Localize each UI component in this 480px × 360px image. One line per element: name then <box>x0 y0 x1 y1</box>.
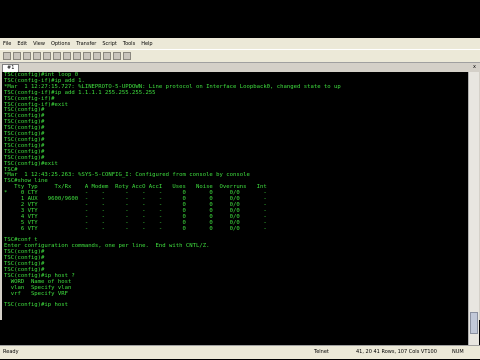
session-tab[interactable]: #1 <box>2 64 20 72</box>
find-icon[interactable] <box>73 52 81 60</box>
menu-help[interactable]: Help <box>138 41 155 47</box>
disconnect-icon[interactable] <box>43 52 51 60</box>
reconnect-icon[interactable] <box>33 52 41 60</box>
status-ready: Ready <box>3 349 19 355</box>
menu-bar: File Edit View Options Transfer Script T… <box>0 38 480 49</box>
new-tab-icon[interactable] <box>23 52 31 60</box>
settings-icon[interactable] <box>93 52 101 60</box>
status-protocol: Telnet <box>314 349 329 355</box>
menu-transfer[interactable]: Transfer <box>73 41 99 47</box>
menu-options[interactable]: Options <box>48 41 73 47</box>
terminal-line: TSC(config)#ip host <box>4 302 68 309</box>
quick-connect-icon[interactable] <box>13 52 21 60</box>
print-icon[interactable] <box>83 52 91 60</box>
sftp-icon[interactable] <box>113 52 121 60</box>
connect-icon[interactable] <box>3 52 11 60</box>
terminal-window: File Edit View Options Transfer Script T… <box>0 38 480 359</box>
terminal-line: vrf Specify VRF <box>4 290 68 297</box>
menu-file[interactable]: File <box>0 41 14 47</box>
status-position: 41, 20 41 Rows, 107 Cols VT100 <box>356 349 437 355</box>
close-tab-icon[interactable]: x <box>473 64 476 70</box>
menu-edit[interactable]: Edit <box>14 41 30 47</box>
terminal-text: TSC(config)#int loop 0 TSC(config-if)#ip… <box>2 72 468 310</box>
toolbar <box>0 49 480 63</box>
status-num-lock: NUM <box>452 349 464 355</box>
paste-icon[interactable] <box>63 52 71 60</box>
menu-script[interactable]: Script <box>99 41 120 47</box>
session-tab-bar: #1 x <box>0 63 480 72</box>
scrollbar-thumb[interactable] <box>470 312 478 334</box>
terminal-line: 6 VTY - - - - - 0 0 0/0 - <box>4 225 267 232</box>
status-bar: Ready Telnet 41, 20 41 Rows, 107 Cols VT… <box>0 345 480 359</box>
help-icon[interactable] <box>123 52 131 60</box>
keymap-icon[interactable] <box>103 52 111 60</box>
vertical-scrollbar[interactable] <box>468 72 479 345</box>
menu-view[interactable]: View <box>30 41 48 47</box>
terminal-output[interactable]: TSC(config)#int loop 0 TSC(config-if)#ip… <box>2 72 468 345</box>
copy-icon[interactable] <box>53 52 61 60</box>
menu-tools[interactable]: Tools <box>120 41 138 47</box>
